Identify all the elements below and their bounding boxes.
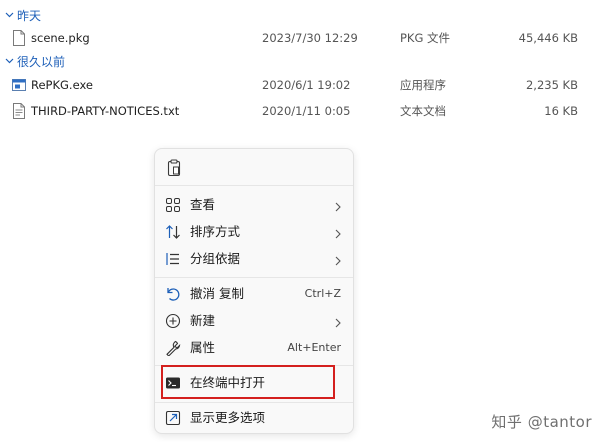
menu-item-shortcut: Ctrl+Z <box>304 287 341 300</box>
file-row[interactable]: THIRD-PARTY-NOTICES.txt 2020/1/11 0:05 文… <box>0 100 600 122</box>
menu-item-label: 显示更多选项 <box>190 410 266 425</box>
chevron-right-icon <box>335 227 341 239</box>
menu-item-label: 分组依据 <box>190 251 241 266</box>
file-size: 16 KB <box>544 104 578 118</box>
menu-item-label: 查看 <box>190 197 216 212</box>
menu-item-label: 撤消 复制 <box>190 286 244 301</box>
group-label: 昨天 <box>17 8 42 23</box>
file-date: 2020/1/11 0:05 <box>262 104 351 118</box>
file-name: THIRD-PARTY-NOTICES.txt <box>31 104 180 118</box>
exe-icon <box>12 77 26 93</box>
more-options-icon <box>165 410 181 426</box>
chevron-down-icon <box>2 12 16 18</box>
grid-view-icon <box>165 197 181 213</box>
menu-item-group-by[interactable]: 分组依据 <box>155 246 353 272</box>
chevron-right-icon <box>335 316 341 328</box>
menu-divider <box>155 277 353 278</box>
file-type: PKG 文件 <box>400 31 451 45</box>
menu-item-view[interactable]: 查看 <box>155 192 353 218</box>
wrench-icon <box>165 340 181 357</box>
menu-item-sort[interactable]: 排序方式 <box>155 219 353 245</box>
file-row[interactable]: scene.pkg 2023/7/30 12:29 PKG 文件 45,446 … <box>0 27 600 49</box>
undo-icon <box>165 286 181 302</box>
file-date: 2020/6/1 19:02 <box>262 78 351 92</box>
menu-item-show-more-options[interactable]: 显示更多选项 <box>155 405 353 431</box>
file-name: RePKG.exe <box>31 78 93 92</box>
group-header-yesterday[interactable]: 昨天 <box>0 6 41 24</box>
group-icon <box>165 251 181 267</box>
menu-item-label: 新建 <box>190 313 216 328</box>
file-type: 应用程序 <box>400 78 446 92</box>
new-plus-icon <box>165 313 181 329</box>
paste-icon[interactable] <box>166 159 182 177</box>
file-row[interactable]: RePKG.exe 2020/6/1 19:02 应用程序 2,235 KB <box>0 74 600 96</box>
menu-item-new[interactable]: 新建 <box>155 308 353 334</box>
menu-item-label: 排序方式 <box>190 224 241 239</box>
file-name: scene.pkg <box>31 31 90 45</box>
menu-item-shortcut: Alt+Enter <box>287 341 341 354</box>
menu-item-undo-copy[interactable]: 撤消 复制 Ctrl+Z <box>155 281 353 307</box>
group-header-long-ago[interactable]: 很久以前 <box>0 52 65 70</box>
watermark: 知乎 @tantor <box>491 413 592 431</box>
file-icon <box>12 30 26 46</box>
chevron-down-icon <box>2 58 16 64</box>
file-date: 2023/7/30 12:29 <box>262 31 358 45</box>
menu-divider <box>155 185 353 186</box>
text-file-icon <box>12 103 26 119</box>
chevron-right-icon <box>335 254 341 266</box>
file-size: 45,446 KB <box>518 31 578 45</box>
menu-item-properties[interactable]: 属性 Alt+Enter <box>155 335 353 361</box>
sort-icon <box>165 224 181 240</box>
group-label: 很久以前 <box>17 54 66 69</box>
file-type: 文本文档 <box>400 104 446 118</box>
highlight-box <box>161 365 335 399</box>
chevron-right-icon <box>335 200 341 212</box>
menu-item-label: 属性 <box>190 340 216 355</box>
file-size: 2,235 KB <box>525 78 578 92</box>
menu-divider <box>155 402 353 403</box>
